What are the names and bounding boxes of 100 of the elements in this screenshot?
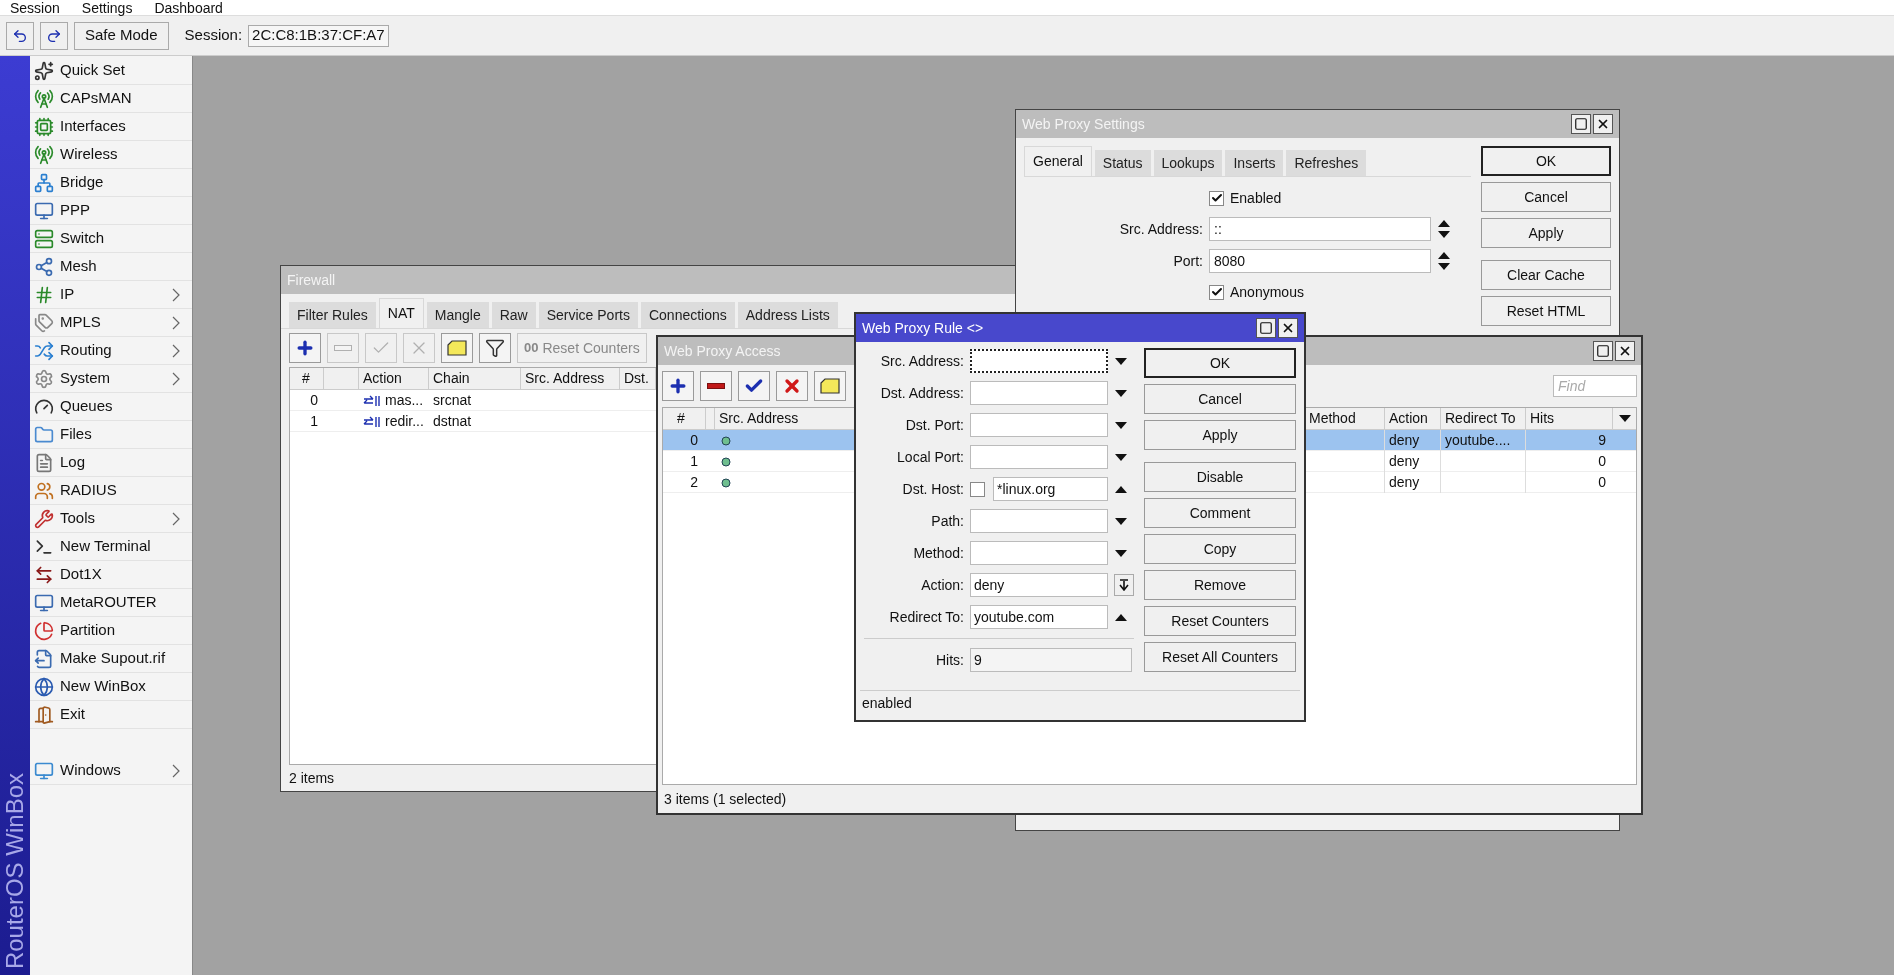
toolbar-button[interactable] xyxy=(776,371,808,401)
input-field[interactable] xyxy=(970,381,1108,405)
sidebar-item[interactable]: MetaROUTER xyxy=(30,589,192,617)
down-arrow-icon[interactable] xyxy=(1114,388,1128,398)
tab[interactable]: Service Ports xyxy=(538,302,638,328)
dialog-button[interactable]: Copy xyxy=(1144,534,1296,564)
sidebar-item[interactable]: Make Supout.rif xyxy=(30,645,192,673)
input-field[interactable]: deny xyxy=(970,573,1108,597)
tab[interactable]: Status xyxy=(1094,150,1151,176)
sidebar-item[interactable]: Log xyxy=(30,449,192,477)
spinner-icon[interactable] xyxy=(1437,251,1451,271)
undo-button[interactable] xyxy=(6,21,34,50)
dialog-button[interactable]: Apply xyxy=(1144,420,1296,450)
sidebar-item[interactable]: RADIUS xyxy=(30,477,192,505)
input-field[interactable]: youtube.com xyxy=(970,605,1108,629)
sidebar-item[interactable]: Dot1X xyxy=(30,561,192,589)
up-arrow-icon[interactable] xyxy=(1114,612,1128,622)
toolbar-button[interactable] xyxy=(700,371,732,401)
sidebar-item[interactable]: New Terminal xyxy=(30,533,192,561)
down-arrow-icon[interactable] xyxy=(1114,516,1128,526)
input-field[interactable]: :: xyxy=(1209,217,1431,241)
sidebar-item[interactable]: Queues xyxy=(30,393,192,421)
column-header[interactable]: # xyxy=(290,368,324,389)
sidebar-item[interactable]: CAPsMAN xyxy=(30,85,192,113)
sidebar-item[interactable]: Routing xyxy=(30,337,192,365)
sidebar-item[interactable]: Interfaces xyxy=(30,113,192,141)
checkbox[interactable] xyxy=(1209,284,1224,300)
maximize-button[interactable] xyxy=(1256,318,1276,338)
dialog-button[interactable]: Cancel xyxy=(1481,182,1611,212)
tab[interactable]: Refreshes xyxy=(1286,150,1367,176)
toolbar-button[interactable] xyxy=(289,333,321,363)
tab[interactable]: General xyxy=(1024,146,1092,176)
checkbox[interactable] xyxy=(1209,190,1224,206)
maximize-button[interactable] xyxy=(1593,341,1613,361)
sidebar-item[interactable]: Wireless xyxy=(30,141,192,169)
down-arrow-icon[interactable] xyxy=(1114,452,1128,462)
dialog-button[interactable]: Comment xyxy=(1144,498,1296,528)
sidebar-item[interactable]: Tools xyxy=(30,505,192,533)
input-field[interactable]: 8080 xyxy=(1209,249,1431,273)
sidebar-item[interactable]: Windows xyxy=(30,757,192,785)
sidebar-item[interactable]: Partition xyxy=(30,617,192,645)
tab[interactable]: Inserts xyxy=(1225,150,1284,176)
column-header[interactable]: Chain xyxy=(429,368,521,389)
column-header[interactable]: Action xyxy=(359,368,429,389)
dialog-button[interactable]: OK xyxy=(1144,348,1296,378)
down-arrow-icon[interactable] xyxy=(1114,420,1128,430)
sidebar-item[interactable]: IP xyxy=(30,281,192,309)
input-field[interactable] xyxy=(970,445,1108,469)
sidebar-item[interactable]: Mesh xyxy=(30,253,192,281)
dialog-button[interactable]: Clear Cache xyxy=(1481,260,1611,290)
table-row[interactable]: 0 mas... srcnat xyxy=(290,390,656,411)
sidebar-item[interactable]: New WinBox xyxy=(30,673,192,701)
close-button[interactable] xyxy=(1278,318,1298,338)
sidebar-item[interactable]: PPP xyxy=(30,197,192,225)
dialog-button[interactable]: Cancel xyxy=(1144,384,1296,414)
sidebar-item[interactable]: Quick Set xyxy=(30,57,192,85)
close-button[interactable] xyxy=(1593,114,1613,134)
sidebar-item[interactable]: Exit xyxy=(30,701,192,729)
column-header[interactable]: Hits xyxy=(1525,408,1612,429)
tab[interactable]: Filter Rules xyxy=(289,302,376,328)
column-header[interactable]: Redirect To xyxy=(1440,408,1525,429)
checkbox[interactable] xyxy=(970,481,985,497)
column-header[interactable]: # xyxy=(663,408,706,429)
down-arrow-icon[interactable] xyxy=(1617,414,1632,423)
input-field[interactable] xyxy=(970,349,1108,373)
sidebar-item[interactable]: Files xyxy=(30,421,192,449)
toolbar-button[interactable] xyxy=(738,371,770,401)
column-header[interactable]: Action xyxy=(1384,408,1440,429)
menu-item[interactable]: Dashboard xyxy=(154,0,223,15)
tab[interactable]: Raw xyxy=(491,302,536,328)
tab[interactable]: Address Lists xyxy=(737,302,838,328)
spinner-icon[interactable] xyxy=(1437,219,1451,239)
dialog-button[interactable]: Reset All Counters xyxy=(1144,642,1296,672)
redo-button[interactable] xyxy=(40,21,68,50)
find-field[interactable]: Find xyxy=(1553,375,1637,397)
table-row[interactable]: 1 redir... dstnat xyxy=(290,411,656,432)
tab[interactable]: Mangle xyxy=(426,302,489,328)
input-field[interactable] xyxy=(970,413,1108,437)
dialog-button[interactable]: Disable xyxy=(1144,462,1296,492)
tab[interactable]: NAT xyxy=(378,298,424,328)
toolbar-button[interactable] xyxy=(479,333,511,363)
sidebar-item[interactable]: Bridge xyxy=(30,169,192,197)
dialog-button[interactable]: Remove xyxy=(1144,570,1296,600)
menu-item[interactable]: Session xyxy=(10,0,60,15)
sidebar-item[interactable]: System xyxy=(30,365,192,393)
dialog-button[interactable]: Reset Counters xyxy=(1144,606,1296,636)
input-field[interactable] xyxy=(970,509,1108,533)
dialog-button[interactable]: Apply xyxy=(1481,218,1611,248)
sidebar-item[interactable]: MPLS xyxy=(30,309,192,337)
dropdown-button[interactable] xyxy=(1114,574,1134,596)
menu-item[interactable]: Settings xyxy=(81,0,133,15)
input-field[interactable]: *linux.org xyxy=(993,477,1108,501)
tab[interactable]: Lookups xyxy=(1153,150,1223,176)
tab[interactable]: Connections xyxy=(640,302,735,328)
input-field[interactable] xyxy=(970,541,1108,565)
down-arrow-icon[interactable] xyxy=(1114,548,1128,558)
maximize-button[interactable] xyxy=(1571,114,1591,134)
down-arrow-icon[interactable] xyxy=(1114,356,1128,366)
safe-mode-button[interactable]: Safe Mode xyxy=(74,21,169,50)
column-header[interactable]: Src. Address xyxy=(521,368,620,389)
